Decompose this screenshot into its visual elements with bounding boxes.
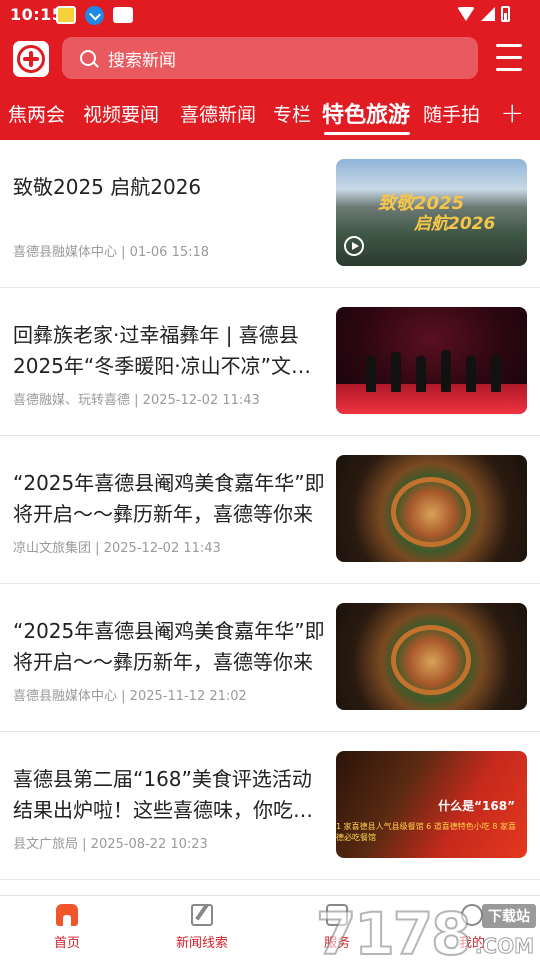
category-tabs: 焦两会 视频要闻 喜德新闻 专栏 特色旅游 随手拍 + (0, 92, 540, 140)
news-title: 致敬2025 启航2026 (13, 175, 202, 199)
play-icon (344, 236, 364, 256)
news-meta: 县文广旅局 | 2025-08-22 10:23 (13, 837, 208, 852)
news-time: 2025-12-02 11:43 (103, 541, 221, 556)
news-time: 2025-08-22 10:23 (90, 837, 208, 852)
status-bar: 10:15 (0, 0, 540, 30)
search-icon (80, 50, 96, 66)
news-thumbnail (336, 455, 527, 562)
thumbnail-text: 1 家喜德县人气县级餐馆 6 道喜德特色小吃 8 家喜德必吃餐馆 (336, 822, 516, 842)
thumbnail-text: 启航2026 (414, 214, 496, 234)
app-logo[interactable] (13, 41, 49, 77)
news-meta: 喜德县融媒体中心 | 01-06 15:18 (13, 245, 210, 260)
news-item[interactable]: 致敬2025 启航2026 喜德县融媒体中心 | 01-06 15:18 致敬2… (0, 140, 540, 288)
notification-app-icon (113, 7, 133, 23)
news-title: “2025年喜德县阉鸡美食嘉年华”即将开启～～彝历新年，喜德等你来 (13, 619, 325, 674)
tab-item[interactable]: 随手拍 (423, 100, 480, 127)
add-tab-icon[interactable]: + (501, 96, 524, 129)
menu-icon[interactable] (496, 44, 522, 71)
news-source: 凉山文旅集团 (13, 541, 92, 556)
news-thumbnail: 致敬2025 启航2026 (336, 159, 527, 266)
tab-item-active[interactable]: 特色旅游 (322, 97, 410, 129)
status-indicators (457, 6, 510, 22)
tab-item[interactable]: 焦两会 (8, 100, 65, 127)
tab-item[interactable]: 视频要闻 (83, 100, 159, 127)
news-title: “2025年喜德县阉鸡美食嘉年华”即将开启～～彝历新年，喜德等你来 (13, 471, 325, 526)
news-thumbnail (336, 307, 527, 414)
watermark-domain: .COM (474, 934, 534, 959)
tab-item[interactable]: 喜德新闻 (180, 100, 256, 127)
news-meta: 喜德县融媒体中心 | 2025-11-12 21:02 (13, 689, 247, 704)
app-header: 10:15 搜索新闻 焦两会 视频要闻 喜德新闻 专栏 特色旅游 随手拍 + (0, 0, 540, 140)
signal-icon (481, 7, 495, 21)
search-bar[interactable]: 搜索新闻 (62, 37, 478, 79)
notification-app-icon (56, 6, 76, 24)
wifi-icon (457, 7, 475, 21)
news-source: 喜德县融媒体中心 (13, 245, 118, 260)
news-thumbnail (336, 603, 527, 710)
home-icon (56, 904, 78, 926)
site-watermark: 7178 下载站 .COM (315, 899, 540, 960)
nav-news-tips[interactable]: 新闻线索 (147, 904, 257, 951)
battery-icon (501, 6, 510, 22)
edit-icon (191, 904, 213, 926)
nav-label: 新闻线索 (175, 936, 228, 951)
news-time: 2025-11-12 21:02 (129, 689, 247, 704)
logo-icon (17, 45, 45, 73)
nav-label: 首页 (53, 936, 80, 951)
news-time: 2025-12-02 11:43 (142, 393, 260, 408)
active-tab-indicator (324, 132, 410, 135)
news-source: 喜德县融媒体中心 (13, 689, 118, 704)
download-icon (85, 6, 104, 25)
thumbnail-text: 什么是“168” (438, 799, 515, 813)
news-item[interactable]: 回彝族老家·过幸福彝年 | 喜德县2025年“冬季暖阳·凉山不凉”文化旅游活动 … (0, 288, 540, 436)
nav-home[interactable]: 首页 (12, 904, 122, 951)
news-time: 01-06 15:18 (129, 245, 210, 260)
news-item[interactable]: 喜德县第二届“168”美食评选活动结果出炉啦！这些喜德味，你吃过吗 县文广旅局 … (0, 732, 540, 880)
watermark-logo: 7178 (315, 899, 472, 960)
news-title: 喜德县第二届“168”美食评选活动结果出炉啦！这些喜德味，你吃过吗 (13, 767, 313, 822)
news-title: 回彝族老家·过幸福彝年 | 喜德县2025年“冬季暖阳·凉山不凉”文化旅游活动 (13, 323, 311, 378)
search-placeholder: 搜索新闻 (108, 50, 176, 71)
news-meta: 喜德融媒、玩转喜德 | 2025-12-02 11:43 (13, 393, 260, 408)
news-source: 县文广旅局 (13, 837, 79, 852)
news-source: 喜德融媒、玩转喜德 (13, 393, 131, 408)
news-thumbnail: 什么是“168” 1 家喜德县人气县级餐馆 6 道喜德特色小吃 8 家喜德必吃餐… (336, 751, 527, 858)
news-item[interactable]: “2025年喜德县阉鸡美食嘉年华”即将开启～～彝历新年，喜德等你来 凉山文旅集团… (0, 436, 540, 584)
news-meta: 凉山文旅集团 | 2025-12-02 11:43 (13, 541, 221, 556)
news-item[interactable]: “2025年喜德县阉鸡美食嘉年华”即将开启～～彝历新年，喜德等你来 喜德县融媒体… (0, 584, 540, 732)
watermark-tag: 下载站 (482, 904, 536, 928)
tab-item[interactable]: 专栏 (273, 100, 311, 127)
